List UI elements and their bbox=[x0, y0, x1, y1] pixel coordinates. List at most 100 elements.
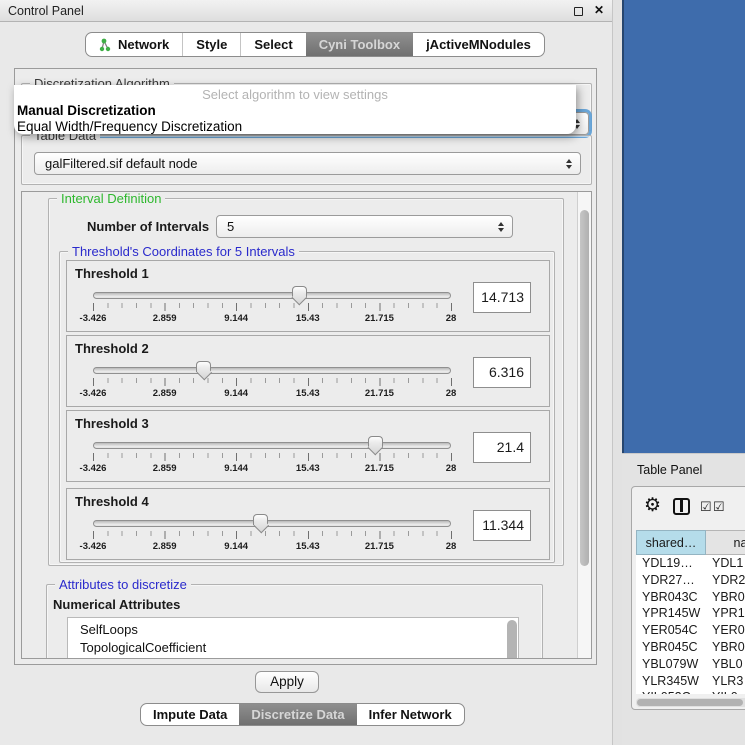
threshold-1-slider-thumb[interactable] bbox=[292, 286, 307, 297]
list-scrollbar[interactable] bbox=[507, 620, 517, 659]
table-data-value: galFiltered.sif default node bbox=[45, 156, 197, 171]
tab-network-label: Network bbox=[118, 37, 169, 52]
table-cell[interactable]: YBL079W bbox=[636, 656, 706, 673]
threshold-3-slider[interactable] bbox=[93, 442, 451, 449]
scrollbar-thumb[interactable] bbox=[637, 699, 743, 706]
tick-label: 15.43 bbox=[296, 463, 320, 474]
threshold-1-label: Threshold 1 bbox=[75, 266, 149, 281]
tick-label: 28 bbox=[446, 388, 457, 399]
table-cell[interactable]: YER0 bbox=[706, 622, 745, 639]
list-item[interactable]: TopologicalCoefficient bbox=[68, 639, 518, 657]
table-cell[interactable]: YBR043C bbox=[636, 589, 706, 606]
tab-impute-data[interactable]: Impute Data bbox=[141, 704, 239, 725]
gear-icon[interactable]: ⚙ bbox=[644, 494, 661, 517]
tab-select[interactable]: Select bbox=[240, 33, 305, 56]
tick-label: -3.426 bbox=[80, 313, 107, 324]
table-cell[interactable]: YBL0 bbox=[706, 656, 745, 673]
threshold-4-label: Threshold 4 bbox=[75, 494, 149, 509]
table-row[interactable]: YBR045CYBR0 bbox=[636, 639, 745, 656]
column-header-shared-name[interactable]: shared… bbox=[636, 530, 706, 555]
float-window-icon[interactable] bbox=[574, 7, 583, 16]
threshold-2-slider-thumb[interactable] bbox=[196, 361, 211, 372]
tab-jactivemnodules[interactable]: jActiveMNodules bbox=[413, 33, 544, 56]
table-cell[interactable]: YDR27… bbox=[636, 572, 706, 589]
table-cell[interactable]: YIL052C bbox=[636, 689, 706, 694]
cyni-toolbox-panel: Discretization Algorithm Table Data galF… bbox=[14, 68, 597, 665]
table-data-select[interactable]: galFiltered.sif default node bbox=[34, 152, 581, 175]
table-cell[interactable]: YBR0 bbox=[706, 639, 745, 656]
table-row[interactable]: YBR043CYBR0 bbox=[636, 589, 745, 606]
table-cell[interactable]: YDL19… bbox=[636, 555, 706, 572]
interval-definition-title: Interval Definition bbox=[57, 191, 165, 206]
split-view-icon[interactable] bbox=[673, 498, 690, 515]
tab-discretize-data[interactable]: Discretize Data bbox=[239, 704, 356, 725]
threshold-1-slider[interactable] bbox=[93, 292, 451, 299]
settings-scroll-pane: Interval Definition Number of Intervals … bbox=[21, 191, 592, 659]
threshold-4-slider[interactable] bbox=[93, 520, 451, 527]
numerical-attributes-list[interactable]: SelfLoops TopologicalCoefficient Between… bbox=[67, 617, 519, 659]
popup-option-manual-discretization[interactable]: Manual Discretization bbox=[14, 103, 576, 119]
algorithm-dropdown-popup: Select algorithm to view settings Manual… bbox=[14, 85, 576, 134]
table-row[interactable]: YDR27…YDR2 bbox=[636, 572, 745, 589]
table-cell[interactable]: YER054C bbox=[636, 622, 706, 639]
tick-label: 9.144 bbox=[224, 388, 248, 399]
slider-tick-labels: -3.426 2.859 9.144 15.43 21.715 28 bbox=[93, 463, 451, 475]
threshold-4-panel: Threshold 4 -3.426 2.859 9.144 15.43 21.… bbox=[66, 488, 550, 560]
table-cell[interactable]: YDL1 bbox=[706, 555, 745, 572]
tab-cyni-toolbox[interactable]: Cyni Toolbox bbox=[306, 33, 413, 56]
table-cell[interactable]: YPR1 bbox=[706, 605, 745, 622]
table-cell[interactable]: YIL0 bbox=[706, 689, 745, 694]
slider-ticks bbox=[93, 378, 452, 386]
table-row[interactable]: YDL19…YDL1 bbox=[636, 555, 745, 572]
list-item[interactable]: SelfLoops bbox=[68, 618, 518, 639]
threshold-4-slider-thumb[interactable] bbox=[253, 514, 268, 525]
table-cell[interactable]: YBR0 bbox=[706, 589, 745, 606]
table-horizontal-scrollbar[interactable] bbox=[636, 698, 745, 707]
scrollbar-thumb[interactable] bbox=[580, 210, 589, 566]
table-row[interactable]: YBL079WYBL0 bbox=[636, 656, 745, 673]
threshold-4-value-field[interactable]: 11.344 bbox=[473, 510, 531, 541]
threshold-3-value-field[interactable]: 21.4 bbox=[473, 432, 531, 463]
network-desktop-background: GAL80 GA C GAL11 GAL4 GCY1 H HAP2 bbox=[622, 0, 745, 453]
list-item[interactable]: BetweennessCentrality bbox=[68, 656, 518, 659]
number-of-intervals-select[interactable]: 5 bbox=[216, 215, 513, 238]
thresholds-group: Threshold's Coordinates for 5 Intervals … bbox=[59, 251, 555, 563]
table-cell[interactable]: YDR2 bbox=[706, 572, 745, 589]
thresholds-group-title: Threshold's Coordinates for 5 Intervals bbox=[68, 244, 299, 259]
table-row[interactable]: YIL052CYIL0 bbox=[636, 689, 745, 694]
checkbox-icon[interactable]: ☑ bbox=[713, 499, 725, 515]
slider-ticks bbox=[93, 453, 452, 461]
threshold-2-value-field[interactable]: 6.316 bbox=[473, 357, 531, 388]
tick-label: 21.715 bbox=[365, 313, 394, 324]
table-row[interactable]: YER054CYER0 bbox=[636, 622, 745, 639]
panel-scrollbar[interactable] bbox=[577, 192, 591, 658]
table-cell[interactable]: YLR345W bbox=[636, 673, 706, 690]
panel-divider[interactable] bbox=[612, 0, 622, 745]
slider-tick-labels: -3.426 2.859 9.144 15.43 21.715 28 bbox=[93, 388, 451, 400]
table-row[interactable]: YLR345WYLR3 bbox=[636, 673, 745, 690]
tick-label: -3.426 bbox=[80, 541, 107, 552]
close-icon[interactable]: ✕ bbox=[594, 3, 604, 17]
popup-option-equal-width-frequency[interactable]: Equal Width/Frequency Discretization bbox=[14, 119, 576, 135]
apply-button[interactable]: Apply bbox=[255, 671, 319, 693]
tab-cyni-toolbox-label: Cyni Toolbox bbox=[319, 37, 400, 52]
number-of-intervals-label: Number of Intervals bbox=[87, 219, 209, 234]
threshold-3-slider-thumb[interactable] bbox=[368, 436, 383, 447]
tab-infer-network[interactable]: Infer Network bbox=[357, 704, 464, 725]
table-panel-title: Table Panel bbox=[637, 463, 702, 477]
tab-style[interactable]: Style bbox=[182, 33, 240, 56]
table-cell[interactable]: YPR145W bbox=[636, 605, 706, 622]
threshold-2-slider[interactable] bbox=[93, 367, 451, 374]
column-header-name[interactable]: na bbox=[706, 530, 745, 555]
number-of-intervals-value: 5 bbox=[227, 219, 234, 234]
threshold-2-label: Threshold 2 bbox=[75, 341, 149, 356]
checkbox-icon[interactable]: ☑ bbox=[700, 499, 712, 515]
tab-select-label: Select bbox=[254, 37, 292, 52]
threshold-1-value-field[interactable]: 14.713 bbox=[473, 282, 531, 313]
table-row[interactable]: YPR145WYPR1 bbox=[636, 605, 745, 622]
table-cell[interactable]: YBR045C bbox=[636, 639, 706, 656]
table-cell[interactable]: YLR3 bbox=[706, 673, 745, 690]
tab-network[interactable]: Network bbox=[86, 33, 182, 56]
table-data-group: Table Data galFiltered.sif default node bbox=[21, 135, 592, 185]
numerical-attributes-label: Numerical Attributes bbox=[53, 597, 180, 612]
